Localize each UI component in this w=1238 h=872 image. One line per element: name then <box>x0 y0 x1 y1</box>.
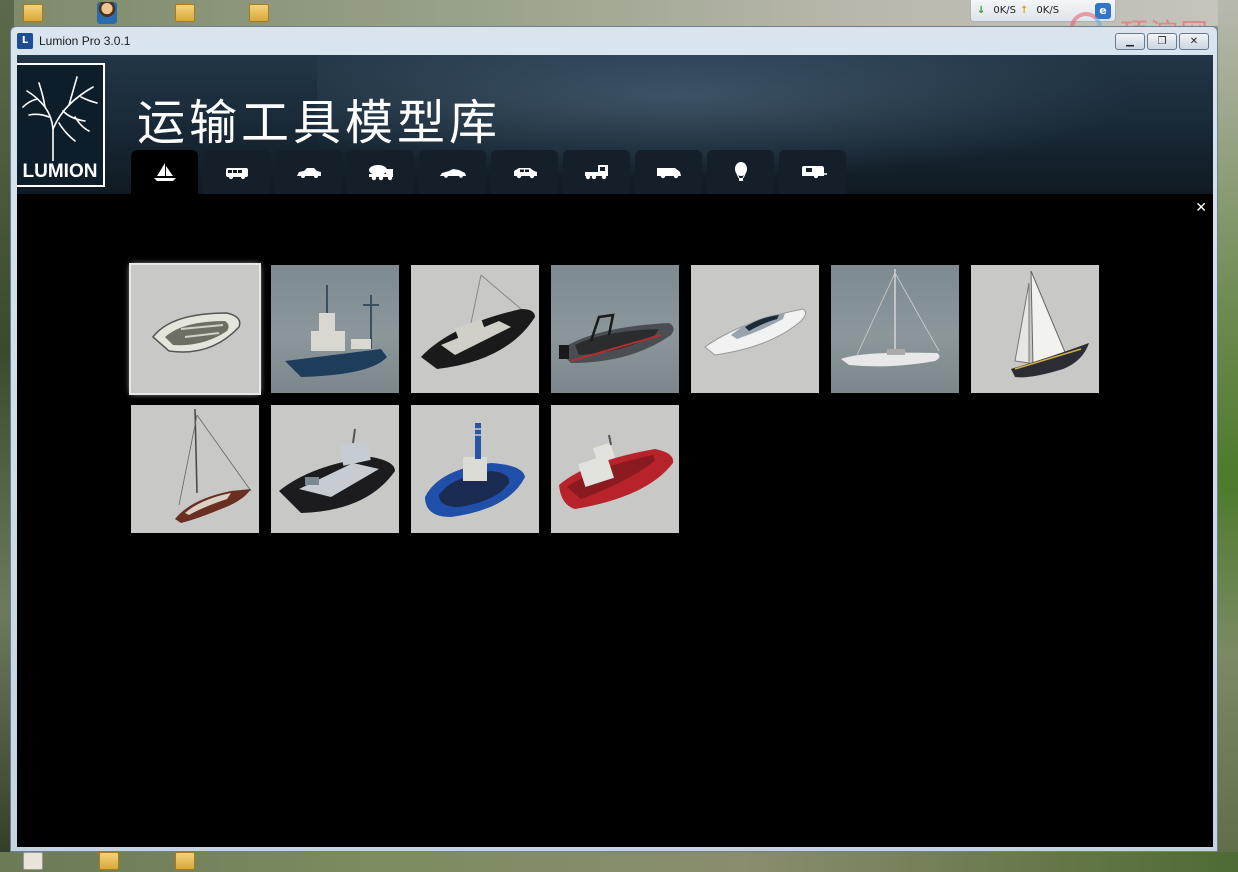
tab-boats[interactable] <box>131 150 198 194</box>
desktop-folder-icon[interactable] <box>174 850 196 872</box>
desktop-shortcut-icon[interactable] <box>22 850 44 872</box>
sailing-yacht-sky-boat-icon <box>841 269 940 367</box>
wooden-sailboat-boat-icon <box>175 408 252 523</box>
logo-text: LUMION <box>22 161 98 182</box>
category-tabs <box>131 150 846 194</box>
speedboat-grey-boat-icon <box>559 313 674 363</box>
tugboat-blue-boat-icon <box>425 415 525 517</box>
close-icon: ✕ <box>1189 36 1199 47</box>
model-thumbnail-sailboat-white[interactable] <box>971 265 1099 393</box>
tab-trucks[interactable] <box>347 150 414 194</box>
suv-icon <box>513 168 537 179</box>
tab-sports-cars[interactable] <box>419 150 486 194</box>
model-thumbnail-motor-yacht[interactable] <box>691 265 819 393</box>
tab-cars[interactable] <box>275 150 342 194</box>
tab-heavy-trucks[interactable] <box>563 150 630 194</box>
upload-speed: 0K/S <box>1036 5 1060 16</box>
window-titlebar[interactable]: L Lumion Pro 3.0.1 ▁ ❐ ✕ <box>11 27 1217 55</box>
offshore-vessel-black-boat-icon <box>279 428 395 513</box>
model-grid <box>129 263 1099 533</box>
supply-ship-red-boat-icon <box>559 434 674 509</box>
download-speed: 0K/S <box>993 5 1017 16</box>
desktop-background-right <box>1218 0 1238 872</box>
sailboat-white-boat-icon <box>1011 270 1089 378</box>
model-thumbnail-supply-ship-red[interactable] <box>551 405 679 533</box>
balloon-icon <box>734 162 747 181</box>
model-thumbnail-wooden-sailboat[interactable] <box>131 405 259 533</box>
lumion-window: L Lumion Pro 3.0.1 ▁ ❐ ✕ LUMION 运输工具模型库 … <box>10 26 1218 852</box>
mixer-truck-icon <box>368 165 393 181</box>
model-thumbnail-rowboat[interactable] <box>129 263 261 395</box>
desktop-folder-icon[interactable] <box>22 2 44 24</box>
restore-icon: ❐ <box>1157 36 1167 47</box>
tug-black-boat-icon <box>421 274 535 369</box>
model-thumbnail-speedboat-grey[interactable] <box>551 265 679 393</box>
tab-buses[interactable] <box>203 150 270 194</box>
model-thumbnail-sailing-yacht-sky[interactable] <box>831 265 959 393</box>
app-client-area: LUMION 运输工具模型库 ✕ <box>17 55 1213 847</box>
desktop-folder-icon[interactable] <box>248 2 270 24</box>
tab-balloons[interactable] <box>707 150 774 194</box>
desktop-folder-icon[interactable] <box>98 850 120 872</box>
tab-caravans[interactable] <box>779 150 846 194</box>
tab-suvs[interactable] <box>491 150 558 194</box>
window-close-button[interactable]: ✕ <box>1179 33 1209 50</box>
maximize-button[interactable]: ❐ <box>1147 33 1177 50</box>
minimize-button[interactable]: ▁ <box>1115 33 1145 50</box>
rowboat-boat-icon <box>151 312 241 353</box>
upload-arrow-icon: ↑ <box>1020 5 1029 16</box>
library-close-button[interactable]: ✕ <box>1195 200 1207 216</box>
tree-logo-icon <box>22 76 98 161</box>
model-thumbnail-fishing-trawler[interactable] <box>271 265 399 393</box>
minimize-icon: ▁ <box>1126 36 1134 47</box>
browser-icon[interactable]: e <box>1095 2 1111 19</box>
download-arrow-icon: ↓ <box>977 5 986 16</box>
car-icon <box>296 168 321 178</box>
desktop-person-icon[interactable] <box>96 2 118 24</box>
sailboat-icon <box>153 163 176 181</box>
heavy-truck-icon <box>584 165 608 180</box>
sports-car-icon <box>439 169 466 178</box>
fishing-trawler-boat-icon <box>285 285 387 377</box>
tab-vans[interactable] <box>635 150 702 194</box>
window-controls: ▁ ❐ ✕ <box>1115 33 1209 50</box>
model-thumbnail-tugboat-blue[interactable] <box>411 405 539 533</box>
network-speed-widget[interactable]: ↓ 0K/S ↑ 0K/S e <box>970 0 1116 22</box>
desktop-folder-icon[interactable] <box>174 2 196 24</box>
lumion-app-icon: L <box>17 33 33 49</box>
motor-yacht-boat-icon <box>704 308 807 356</box>
bus-icon <box>225 168 248 179</box>
model-thumbnail-tug-black[interactable] <box>411 265 539 393</box>
page-title: 运输工具模型库 <box>137 95 502 151</box>
lumion-logo: LUMION <box>17 63 105 187</box>
window-title: Lumion Pro 3.0.1 <box>39 34 131 48</box>
caravan-icon <box>801 166 827 179</box>
model-thumbnail-offshore-vessel-black[interactable] <box>271 405 399 533</box>
van-icon <box>656 168 681 179</box>
